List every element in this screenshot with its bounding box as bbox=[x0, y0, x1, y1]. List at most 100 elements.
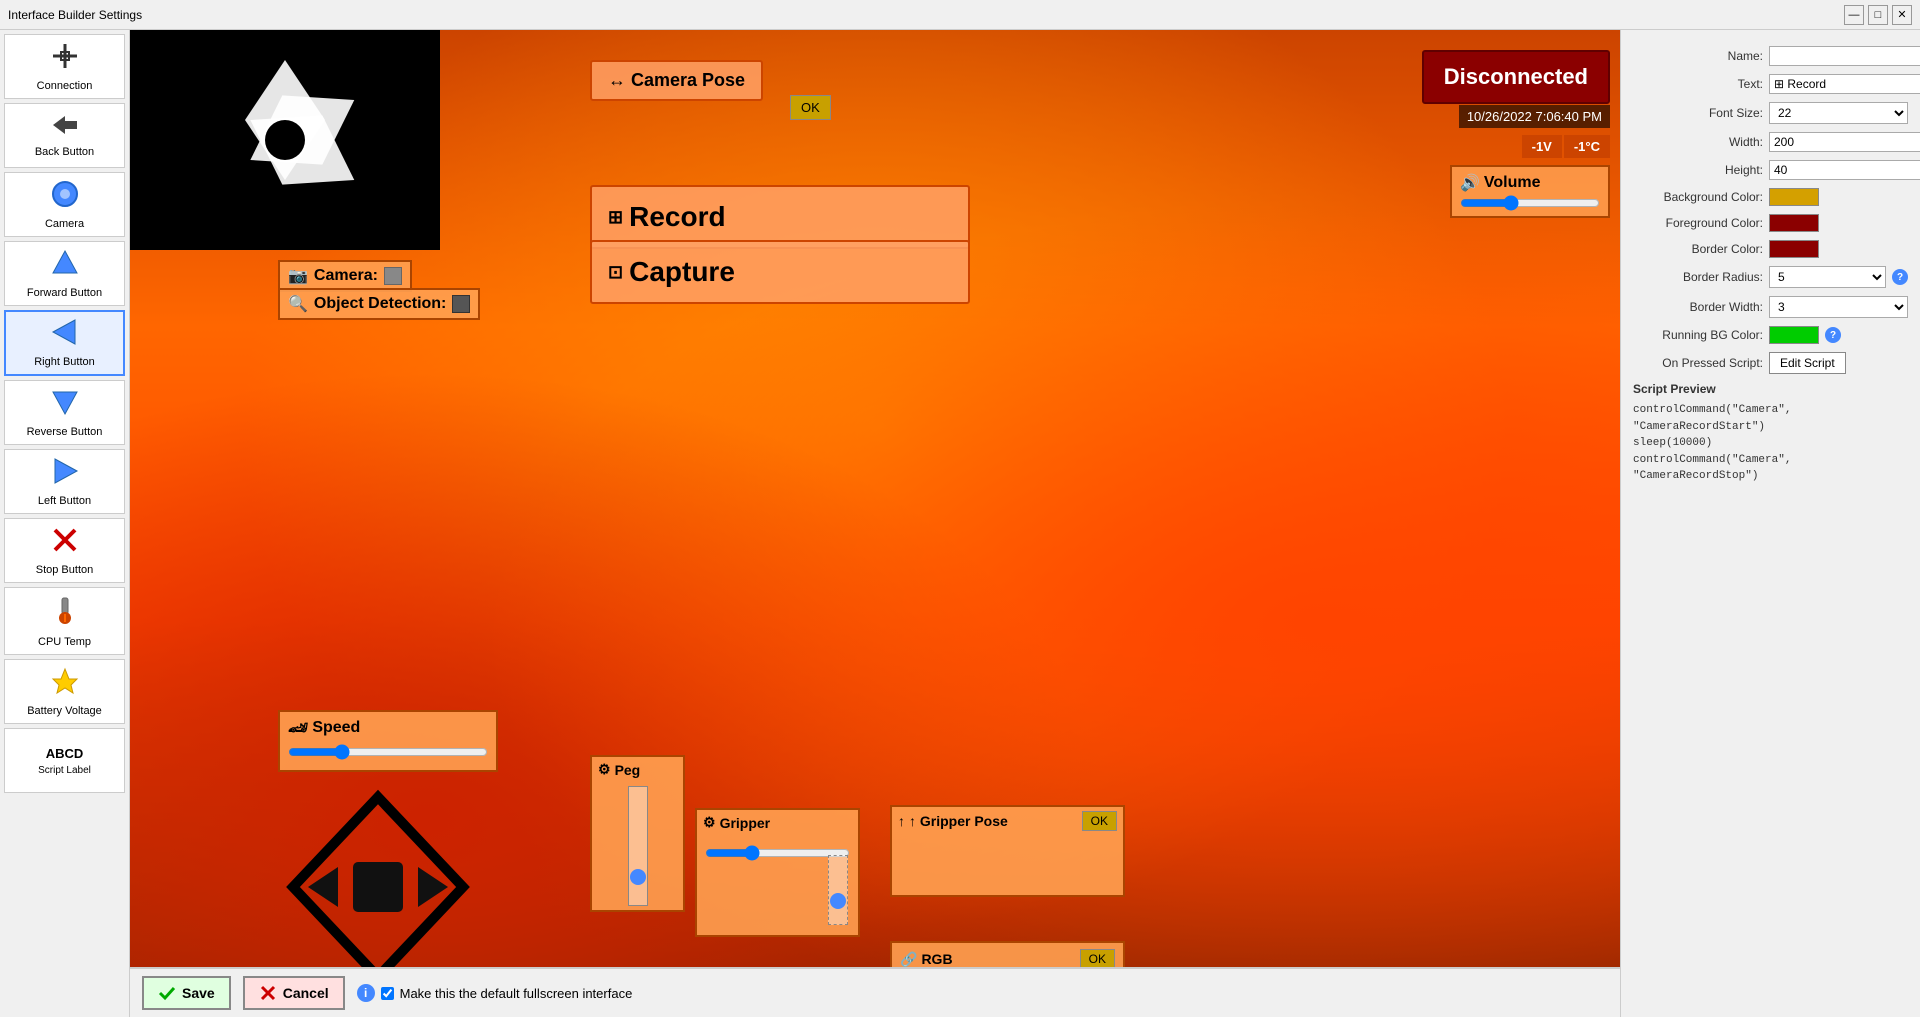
sidebar-item-cpu-label: CPU Temp bbox=[38, 636, 91, 648]
dpad bbox=[278, 787, 478, 987]
gripper-pose-title: ↑ ↑ Gripper Pose OK bbox=[892, 807, 1123, 835]
gripper-pose-ok-button[interactable]: OK bbox=[1082, 811, 1117, 831]
cancel-x-icon bbox=[259, 984, 277, 1002]
info-icon[interactable]: i bbox=[357, 984, 375, 1002]
cancel-button[interactable]: Cancel bbox=[243, 976, 345, 1010]
border-radius-select[interactable]: 5 0 3 8 10 bbox=[1769, 266, 1886, 288]
peg-title: ⚙ Peg bbox=[592, 757, 683, 782]
sidebar-item-camera[interactable]: Camera bbox=[4, 172, 125, 237]
running-bg-prop-label: Running BG Color: bbox=[1633, 328, 1763, 342]
border-color-swatch[interactable] bbox=[1769, 240, 1819, 258]
border-radius-prop-label: Border Radius: bbox=[1633, 270, 1763, 284]
name-prop-label: Name: bbox=[1633, 49, 1763, 63]
sidebar-item-right-button[interactable]: Right Button bbox=[4, 310, 125, 376]
prop-border-radius: Border Radius: 5 0 3 8 10 ? bbox=[1633, 266, 1908, 288]
volume-widget: 🔊 Volume bbox=[1450, 165, 1610, 218]
gripper-pose-widget: ↑ ↑ Gripper Pose OK bbox=[890, 805, 1125, 897]
right-icon bbox=[51, 318, 79, 352]
prop-fg-color: Foreground Color: bbox=[1633, 214, 1908, 232]
running-bg-color-swatch[interactable] bbox=[1769, 326, 1819, 344]
save-label: Save bbox=[182, 985, 215, 1001]
disconnected-button[interactable]: Disconnected bbox=[1422, 50, 1610, 104]
fg-color-prop-label: Foreground Color: bbox=[1633, 216, 1763, 230]
canvas-bottom-bar: Save Cancel i Make this the default full… bbox=[130, 967, 1620, 1017]
sidebar-item-connection[interactable]: Connection bbox=[4, 34, 125, 99]
close-button[interactable]: ✕ bbox=[1892, 5, 1912, 25]
sidebar-item-battery-label: Battery Voltage bbox=[27, 705, 102, 717]
running-bg-help-icon[interactable]: ? bbox=[1825, 327, 1841, 343]
capture-icon: ⊡ bbox=[608, 262, 623, 283]
camera-pose-widget[interactable]: ↔ Camera Pose bbox=[590, 60, 763, 101]
stop-icon bbox=[51, 526, 79, 560]
camera-preview bbox=[130, 30, 440, 250]
rgb-title: 🔗 RGB OK bbox=[900, 949, 1115, 969]
sidebar-item-reverse-button[interactable]: Reverse Button bbox=[4, 380, 125, 445]
prop-font-size: Font Size: 22 12 14 16 18 20 24 28 bbox=[1633, 102, 1908, 124]
save-button[interactable]: Save bbox=[142, 976, 231, 1010]
object-detection-swatch[interactable] bbox=[452, 295, 470, 313]
prop-height: Height: bbox=[1633, 160, 1908, 180]
height-input[interactable] bbox=[1769, 160, 1920, 180]
name-input[interactable] bbox=[1769, 46, 1920, 66]
script-preview-header: Script Preview bbox=[1633, 382, 1908, 396]
connection-icon bbox=[51, 42, 79, 76]
on-pressed-prop-label: On Pressed Script: bbox=[1633, 356, 1763, 370]
bg-color-swatch[interactable] bbox=[1769, 188, 1819, 206]
sidebar-item-script-label[interactable]: ABCD Script Label bbox=[4, 728, 125, 793]
text-prop-label: Text: bbox=[1633, 77, 1763, 91]
record-icon: ⊞ bbox=[608, 207, 623, 228]
maximize-button[interactable]: □ bbox=[1868, 5, 1888, 25]
speed-slider[interactable] bbox=[288, 744, 488, 760]
sidebar-item-cpu-temp[interactable]: CPU Temp bbox=[4, 587, 125, 655]
width-input[interactable] bbox=[1769, 132, 1920, 152]
volume-slider[interactable] bbox=[1460, 199, 1600, 207]
edit-script-button[interactable]: Edit Script bbox=[1769, 352, 1846, 374]
script-line-3: controlCommand("Camera", "CameraRecordSt… bbox=[1633, 452, 1908, 485]
gripper-widget: ⚙ Gripper bbox=[695, 808, 860, 937]
script-label-icon: ABCD bbox=[46, 746, 84, 761]
right-panel: Name: Text: Font Size: 22 12 14 16 18 20… bbox=[1620, 30, 1920, 1017]
default-interface-checkbox[interactable] bbox=[381, 987, 394, 1000]
camera-color-swatch[interactable] bbox=[384, 267, 402, 285]
rgb-ok-button[interactable]: OK bbox=[1080, 949, 1115, 969]
sidebar: Connection Back Button Camera Forward Bu… bbox=[0, 30, 130, 1017]
peg-icon: ⚙ bbox=[598, 761, 611, 778]
gripper-pose-icon: ↑ bbox=[898, 813, 905, 829]
prop-bg-color: Background Color: bbox=[1633, 188, 1908, 206]
main-layout: Connection Back Button Camera Forward Bu… bbox=[0, 30, 1920, 1017]
sidebar-item-forward-button[interactable]: Forward Button bbox=[4, 241, 125, 306]
border-radius-help-icon[interactable]: ? bbox=[1892, 269, 1908, 285]
cpu-temp-icon bbox=[56, 594, 74, 632]
fg-color-swatch[interactable] bbox=[1769, 214, 1819, 232]
text-input[interactable] bbox=[1769, 74, 1920, 94]
datetime-value: 10/26/2022 7:06:40 PM bbox=[1467, 109, 1602, 124]
prop-name: Name: bbox=[1633, 46, 1908, 66]
window-title: Interface Builder Settings bbox=[8, 8, 1912, 22]
script-preview-section: Script Preview controlCommand("Camera", … bbox=[1633, 382, 1908, 485]
width-prop-label: Width: bbox=[1633, 135, 1763, 149]
camera-sidebar-icon bbox=[51, 180, 79, 214]
object-detection-label-text: Object Detection: bbox=[314, 295, 446, 313]
camera-pose-ok-button[interactable]: OK bbox=[790, 95, 831, 120]
sidebar-item-battery-voltage[interactable]: Battery Voltage bbox=[4, 659, 125, 724]
prop-width: Width: bbox=[1633, 132, 1908, 152]
font-size-prop-label: Font Size: bbox=[1633, 106, 1763, 120]
volume-icon: 🔊 bbox=[1460, 173, 1480, 193]
border-width-select[interactable]: 3 1 2 4 5 bbox=[1769, 296, 1908, 318]
sidebar-item-back-button[interactable]: Back Button bbox=[4, 103, 125, 168]
disconnected-label: Disconnected bbox=[1444, 64, 1588, 89]
bg-color-prop-label: Background Color: bbox=[1633, 190, 1763, 204]
volume-title: 🔊 Volume bbox=[1460, 173, 1600, 193]
capture-widget[interactable]: ⊡ Capture bbox=[590, 240, 970, 304]
camera-iris-icon bbox=[195, 50, 375, 230]
rgb-icon: 🔗 bbox=[900, 951, 917, 968]
cancel-label: Cancel bbox=[283, 985, 329, 1001]
sidebar-item-stop-button[interactable]: Stop Button bbox=[4, 518, 125, 583]
sidebar-item-left-button[interactable]: Left Button bbox=[4, 449, 125, 514]
minimize-button[interactable]: — bbox=[1844, 5, 1864, 25]
font-size-select[interactable]: 22 12 14 16 18 20 24 28 bbox=[1769, 102, 1908, 124]
gripper-icon: ⚙ bbox=[703, 814, 716, 831]
script-line-1: controlCommand("Camera", "CameraRecordSt… bbox=[1633, 402, 1908, 435]
camera-widget-icon: 📷 bbox=[288, 266, 308, 286]
sidebar-item-back-label: Back Button bbox=[35, 146, 94, 158]
